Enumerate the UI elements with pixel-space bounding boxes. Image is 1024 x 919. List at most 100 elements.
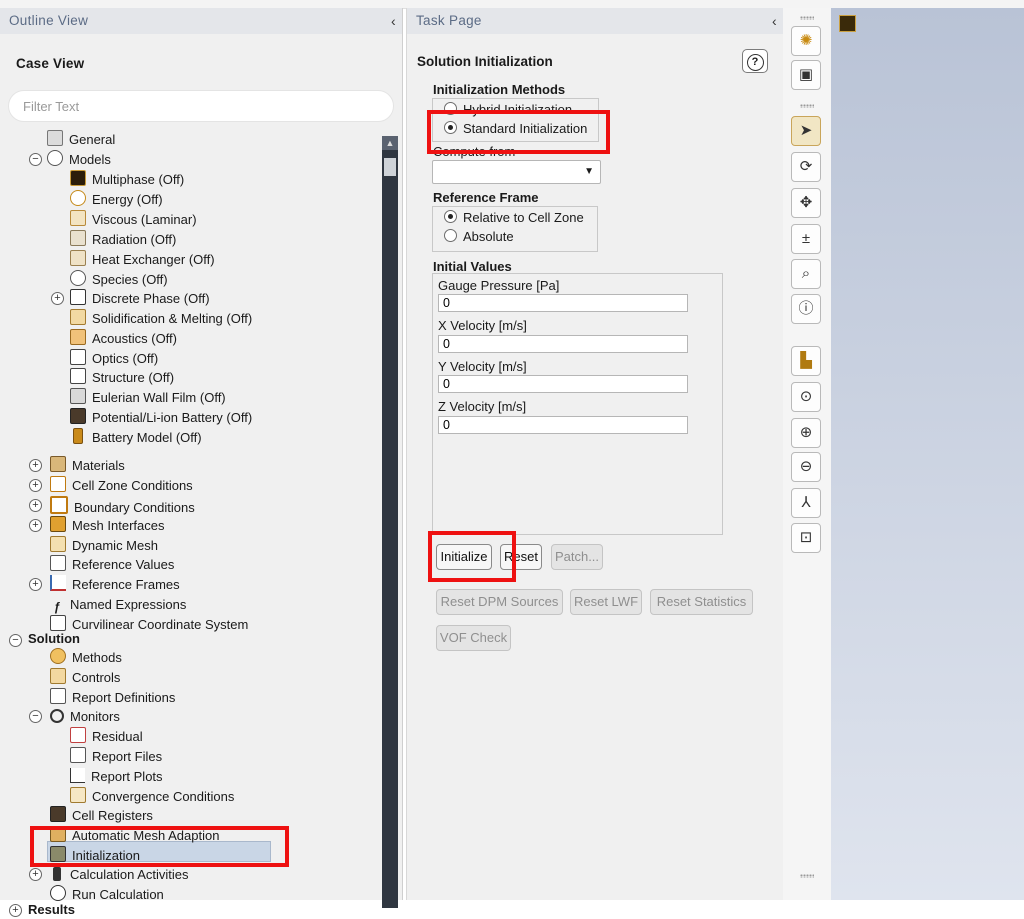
y-velocity-field[interactable] <box>438 375 688 393</box>
radio-hybrid-initialization[interactable]: Hybrid Initialization <box>444 101 572 119</box>
tree-item-mesh-interfaces[interactable]: Mesh Interfaces <box>50 516 165 536</box>
tree-item-mesh-adaption[interactable]: Automatic Mesh Adaption <box>50 826 219 846</box>
viewport-window-icon[interactable] <box>839 15 856 32</box>
reset-dpm-sources-button[interactable]: Reset DPM Sources <box>436 589 563 615</box>
expand-calculation-activities-icon[interactable]: + <box>29 868 42 881</box>
tree-item-radiation[interactable]: Radiation (Off) <box>70 230 176 250</box>
reset-lwf-button[interactable]: Reset LWF <box>570 589 642 615</box>
z-velocity-field[interactable] <box>438 416 688 434</box>
radio-label: Relative to Cell Zone <box>463 210 584 225</box>
tree-item-reference-frames[interactable]: Reference Frames <box>50 575 180 595</box>
expand-discrete-phase-icon[interactable]: + <box>51 292 64 305</box>
zoom-icon[interactable]: ⌕ <box>791 259 821 289</box>
expand-cell-zone-icon[interactable]: + <box>29 479 42 492</box>
tree-item-controls[interactable]: Controls <box>50 668 120 688</box>
reset-button[interactable]: Reset <box>500 544 542 570</box>
collapse-panel-icon[interactable]: ‹ <box>391 8 396 34</box>
radio-standard-initialization[interactable]: Standard Initialization <box>444 120 587 138</box>
toolbar-grip[interactable] <box>800 874 814 878</box>
toolbar-grip[interactable] <box>800 104 814 108</box>
tree-item-discrete-phase[interactable]: Discrete Phase (Off) <box>70 289 210 309</box>
tree-item-monitors[interactable]: Monitors <box>50 707 120 727</box>
tree-item-solidification[interactable]: Solidification & Melting (Off) <box>70 309 252 329</box>
tree-item-multiphase[interactable]: Multiphase (Off) <box>70 170 184 190</box>
fit-view-icon[interactable]: ⊙ <box>791 382 821 412</box>
box-view-icon[interactable]: ▣ <box>791 60 821 90</box>
radio-button[interactable] <box>444 102 457 115</box>
tree-item-convergence[interactable]: Convergence Conditions <box>70 787 234 807</box>
tree-item-report-files[interactable]: Report Files <box>70 747 162 767</box>
tree-item-named-expressions[interactable]: ƒ Named Expressions <box>50 595 187 615</box>
expand-results-icon[interactable]: + <box>9 904 22 917</box>
radio-button-selected[interactable] <box>444 121 457 134</box>
tree-item-structure[interactable]: Structure (Off) <box>70 368 174 388</box>
pan-icon[interactable]: ✥ <box>791 188 821 218</box>
tree-item-label: Potential/Li-ion Battery (Off) <box>92 410 253 425</box>
tree-section-results[interactable]: Results <box>28 901 75 919</box>
expand-materials-icon[interactable]: + <box>29 459 42 472</box>
radio-button-selected[interactable] <box>444 210 457 223</box>
patch-button[interactable]: Patch... <box>551 544 603 570</box>
tree-item-acoustics[interactable]: Acoustics (Off) <box>70 329 177 349</box>
tree-item-dynamic-mesh[interactable]: Dynamic Mesh <box>50 536 158 556</box>
tree-item-general[interactable]: General <box>47 130 115 150</box>
collapse-solution-icon[interactable]: − <box>9 634 22 647</box>
tree-item-battery-model[interactable]: Battery Model (Off) <box>70 428 202 448</box>
collapse-monitors-icon[interactable]: − <box>29 710 42 723</box>
tree-item-eulerian-wall-film[interactable]: Eulerian Wall Film (Off) <box>70 388 226 408</box>
scroll-thumb[interactable] <box>384 158 396 176</box>
expand-reference-frames-icon[interactable]: + <box>29 578 42 591</box>
tree-item-optics[interactable]: Optics (Off) <box>70 349 158 369</box>
tree-item-label: Battery Model (Off) <box>92 430 202 445</box>
select-pointer-icon[interactable]: ➤ <box>791 116 821 146</box>
x-velocity-field[interactable] <box>438 335 688 353</box>
expand-mesh-interfaces-icon[interactable]: + <box>29 519 42 532</box>
radio-absolute[interactable]: Absolute <box>444 228 514 246</box>
graphics-icon[interactable]: ✺ <box>791 26 821 56</box>
tree-item-battery[interactable]: Potential/Li-ion Battery (Off) <box>70 408 252 428</box>
rotate-icon[interactable]: ⟳ <box>791 152 821 182</box>
vof-check-button[interactable]: VOF Check <box>436 625 511 651</box>
collapse-models-icon[interactable]: − <box>29 153 42 166</box>
tree-item-report-definitions[interactable]: Report Definitions <box>50 688 175 708</box>
colormap-icon[interactable]: ▙ <box>791 346 821 376</box>
dynamic-mesh-icon <box>50 536 66 552</box>
zoom-to-area-icon[interactable]: ⊕ <box>791 418 821 448</box>
toolbar-grip[interactable] <box>800 16 814 20</box>
initialize-button[interactable]: Initialize <box>436 544 492 570</box>
tree-section-solution[interactable]: Solution <box>28 630 80 648</box>
outline-scrollbar[interactable]: ▲ <box>382 136 398 908</box>
reset-statistics-button[interactable]: Reset Statistics <box>650 589 753 615</box>
scroll-up-arrow-icon[interactable]: ▲ <box>382 136 398 150</box>
tree-item-cell-zone-conditions[interactable]: Cell Zone Conditions <box>50 476 193 496</box>
zoom-out-icon[interactable]: ⊖ <box>791 452 821 482</box>
tree-item-calculation-activities[interactable]: Calculation Activities <box>50 865 189 885</box>
tree-item-residual[interactable]: Residual <box>70 727 143 747</box>
tree-item-initialization[interactable]: Initialization <box>50 846 140 866</box>
help-button[interactable]: ? <box>742 49 768 73</box>
radio-button[interactable] <box>444 229 457 242</box>
tree-item-reference-values[interactable]: Reference Values <box>50 555 174 575</box>
tree-item-energy[interactable]: Energy (Off) <box>70 190 163 210</box>
tree-item-boundary-conditions[interactable]: Boundary Conditions <box>50 496 195 516</box>
reference-frames-icon <box>50 575 66 591</box>
tree-item-cell-registers[interactable]: Cell Registers <box>50 806 153 826</box>
collapse-task-page-icon[interactable]: ‹ <box>772 8 777 34</box>
axes-icon[interactable]: ⅄ <box>791 488 821 518</box>
tree-item-heat-exchanger[interactable]: Heat Exchanger (Off) <box>70 250 215 270</box>
gauge-pressure-field[interactable] <box>438 294 688 312</box>
tree-item-report-plots[interactable]: Report Plots <box>70 767 163 787</box>
tree-item-viscous[interactable]: Viscous (Laminar) <box>70 210 197 230</box>
probe-info-icon[interactable]: ⓘ <box>791 294 821 324</box>
screenshot-icon[interactable]: ⊡ <box>791 523 821 553</box>
tree-item-materials[interactable]: Materials <box>50 456 125 476</box>
tree-item-species[interactable]: Species (Off) <box>70 270 168 290</box>
compute-from-dropdown[interactable]: ▼ <box>432 160 601 184</box>
tree-item-methods[interactable]: Methods <box>50 648 122 668</box>
zoom-in-out-icon[interactable]: ± <box>791 224 821 254</box>
expand-boundary-icon[interactable]: + <box>29 499 42 512</box>
tree-item-models[interactable]: Models <box>47 150 111 170</box>
acoustics-icon <box>70 329 86 345</box>
graphics-viewport[interactable] <box>831 8 1024 900</box>
radio-relative-to-cell-zone[interactable]: Relative to Cell Zone <box>444 209 584 227</box>
